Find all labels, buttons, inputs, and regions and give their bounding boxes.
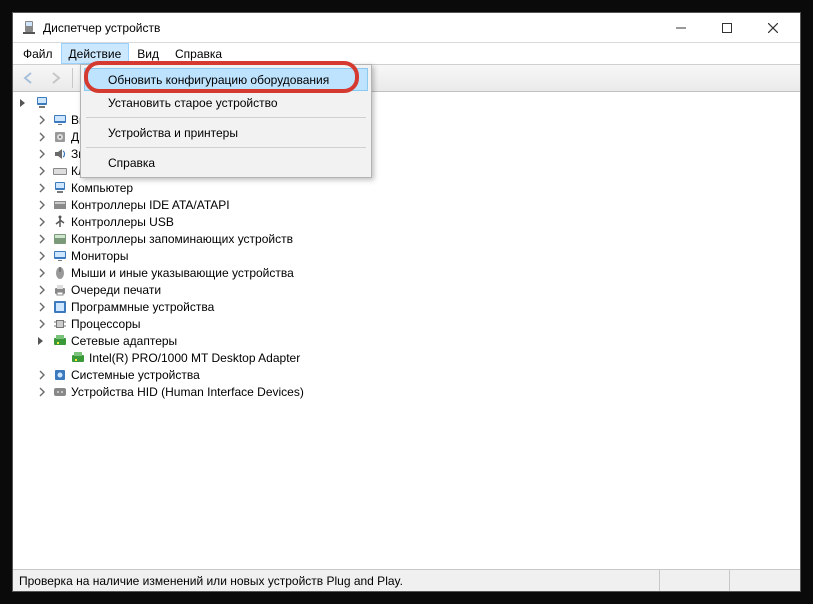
tree-category-label: Контроллеры IDE ATA/ATAPI [71,198,230,212]
keyboard-icon [52,163,68,179]
tree-category-label: Контроллеры USB [71,215,174,229]
mouse-icon [52,265,68,281]
storage-icon [52,231,68,247]
minimize-button[interactable] [658,14,704,42]
usb-icon [52,214,68,230]
ide-icon [52,197,68,213]
status-cell-2 [660,570,730,591]
tree-category-row[interactable]: Мониторы [13,247,800,264]
maximize-button[interactable] [704,14,750,42]
statusbar: Проверка на наличие изменений или новых … [13,569,800,591]
device-manager-window: Диспетчер устройств Файл Действие Вид Сп… [12,12,801,592]
display-icon [52,112,68,128]
tree-category-row[interactable]: Устройства HID (Human Interface Devices) [13,383,800,400]
menubar: Файл Действие Вид Справка [13,43,800,64]
tree-category-row[interactable]: Контроллеры USB [13,213,800,230]
tree-category-row[interactable]: Мыши и иные указывающие устройства [13,264,800,281]
menu-file[interactable]: Файл [15,43,61,64]
menu-help[interactable]: Справка [167,43,230,64]
expander-icon[interactable] [35,249,49,263]
tree-category-label: Системные устройства [71,368,200,382]
system-icon [52,367,68,383]
window-title: Диспетчер устройств [43,21,160,35]
tree-category-row[interactable]: Сетевые адаптеры [13,332,800,349]
tree-device-row[interactable]: Intel(R) PRO/1000 MT Desktop Adapter [13,349,800,366]
software-icon [52,299,68,315]
menu-action[interactable]: Действие [61,43,130,64]
expander-icon[interactable] [35,215,49,229]
tree-category-label: Контроллеры запоминающих устройств [71,232,293,246]
app-icon [21,20,37,36]
expander-icon[interactable] [35,334,49,348]
tree-category-label: Процессоры [71,317,141,331]
action-dropdown: Обновить конфигурацию оборудования Устан… [80,64,372,178]
tree-category-row[interactable]: Контроллеры IDE ATA/ATAPI [13,196,800,213]
status-cell-3 [730,570,800,591]
expander-icon[interactable] [17,96,31,110]
expander-icon[interactable] [35,198,49,212]
computer-root-icon [34,95,50,111]
menu-item-scan-hardware[interactable]: Обновить конфигурацию оборудования [84,68,368,91]
menu-item-help[interactable]: Справка [84,151,368,174]
computer-icon [52,180,68,196]
tree-category-label: Мониторы [71,249,128,263]
expander-icon[interactable] [35,181,49,195]
forward-button[interactable] [43,66,67,90]
tree-category-row[interactable]: Контроллеры запоминающих устройств [13,230,800,247]
toolbar-divider [72,68,73,88]
network-icon [70,350,86,366]
expander-icon[interactable] [35,147,49,161]
menu-separator [86,147,366,148]
menu-view[interactable]: Вид [129,43,167,64]
network-icon [52,333,68,349]
expander-icon[interactable] [35,266,49,280]
menu-separator [86,117,366,118]
titlebar: Диспетчер устройств [13,13,800,43]
cpu-icon [52,316,68,332]
expander-icon[interactable] [35,300,49,314]
hid-icon [52,384,68,400]
back-button[interactable] [17,66,41,90]
monitor-icon [52,248,68,264]
disk-icon [52,129,68,145]
tree-category-row[interactable]: Очереди печати [13,281,800,298]
expander-icon[interactable] [35,368,49,382]
expander-icon[interactable] [35,385,49,399]
menu-item-add-legacy[interactable]: Установить старое устройство [84,91,368,114]
tree-category-label: Сетевые адаптеры [71,334,177,348]
tree-category-label: Очереди печати [71,283,161,297]
audio-icon [52,146,68,162]
expander-icon[interactable] [35,232,49,246]
menu-item-devices-printers[interactable]: Устройства и принтеры [84,121,368,144]
tree-category-row[interactable]: Компьютер [13,179,800,196]
expander-icon[interactable] [35,130,49,144]
tree-device-label: Intel(R) PRO/1000 MT Desktop Adapter [89,351,300,365]
tree-category-label: Устройства HID (Human Interface Devices) [71,385,304,399]
expander-icon[interactable] [35,113,49,127]
tree-category-row[interactable]: Процессоры [13,315,800,332]
tree-category-row[interactable]: Программные устройства [13,298,800,315]
expander-icon[interactable] [35,283,49,297]
expander-icon[interactable] [35,317,49,331]
tree-category-label: Компьютер [71,181,133,195]
tree-category-row[interactable]: Системные устройства [13,366,800,383]
status-text: Проверка на наличие изменений или новых … [13,570,660,591]
tree-category-label: Мыши и иные указывающие устройства [71,266,294,280]
printer-icon [52,282,68,298]
close-button[interactable] [750,14,796,42]
expander-icon[interactable] [35,164,49,178]
tree-category-label: Программные устройства [71,300,214,314]
